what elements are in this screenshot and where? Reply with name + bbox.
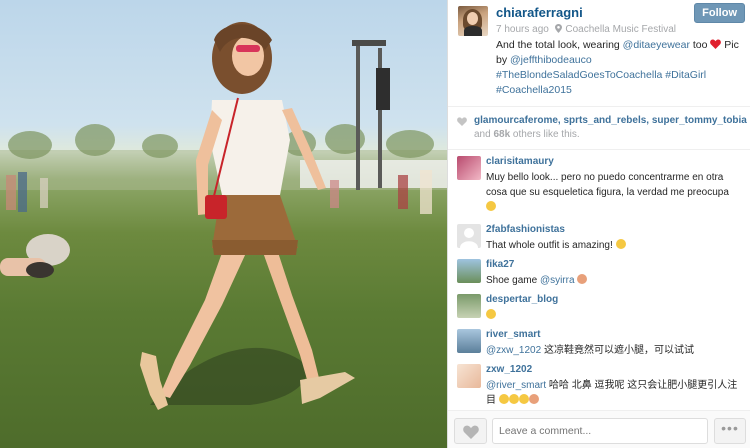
sad-face-emoji-icon: [486, 201, 496, 211]
comment-text: [486, 308, 744, 323]
comment-body: Muy bello look... pero no puedo concentr…: [486, 172, 729, 198]
laughing-emoji-icon: [498, 394, 509, 404]
comment-username[interactable]: river_smart: [486, 329, 540, 340]
comment-body: That whole outfit is amazing!: [486, 240, 613, 251]
laughing-emoji-icon: [508, 394, 519, 404]
comment-body: 这凉鞋竟然可以遮小腿，可以试试: [541, 345, 694, 356]
comment-username[interactable]: fika27: [486, 259, 514, 270]
comment-input[interactable]: [492, 418, 708, 444]
red-heart-emoji-icon: [710, 39, 722, 49]
default-avatar-icon: [460, 228, 478, 248]
commenter-avatar[interactable]: [457, 224, 481, 248]
girl-emoji-icon: [577, 274, 588, 284]
likers-list[interactable]: glamourcaferome, sprts_and_rebels, super…: [474, 115, 747, 126]
commenter-avatar[interactable]: [457, 294, 481, 318]
likes-section: glamourcaferome, sprts_and_rebels, super…: [448, 106, 750, 150]
girl-emoji-icon: [528, 394, 539, 404]
mention-link[interactable]: @syirra: [540, 275, 575, 286]
post-time: 7 hours ago: [496, 24, 549, 35]
comment-text: Muy bello look... pero no puedo concentr…: [486, 170, 744, 215]
photo-illustration: [0, 22, 447, 410]
comment-text: That whole outfit is amazing!: [486, 238, 744, 253]
post-header: chiaraferragni Follow 7 hours ago Coache…: [448, 0, 750, 106]
commenter-avatar[interactable]: [457, 156, 481, 180]
mention-link[interactable]: @jeffthibodeauco: [510, 54, 592, 66]
caption-text: And the total look, wearing: [496, 39, 623, 51]
commenter-avatar[interactable]: [457, 364, 481, 388]
mention-link[interactable]: @zxw_1202: [486, 345, 541, 356]
likes-heart-icon: [457, 117, 467, 126]
caption-text: too: [689, 39, 711, 51]
post-location[interactable]: Coachella Music Festival: [565, 24, 676, 35]
comment-username[interactable]: zxw_1202: [486, 364, 532, 375]
post-photo[interactable]: [0, 0, 447, 448]
commenter-avatar[interactable]: [457, 329, 481, 353]
comment-text: @zxw_1202 这凉鞋竟然可以遮小腿，可以试试: [486, 343, 744, 358]
location-pin-icon: [554, 24, 562, 33]
comment-username[interactable]: 2fabfashionistas: [486, 224, 565, 235]
ellipsis-icon: •••: [721, 420, 739, 436]
post-meta: 7 hours ago Coachella Music Festival: [496, 24, 676, 35]
likes-prefix: and: [474, 129, 494, 140]
comments-list: clarisitamaury Muy bello look... pero no…: [448, 152, 750, 408]
likes-count-value: 68k: [493, 129, 511, 140]
heart-icon: [463, 425, 479, 439]
smile-emoji-icon: [486, 309, 496, 319]
comment-username[interactable]: despertar_blog: [486, 294, 558, 305]
likes-suffix: others like this.: [510, 129, 580, 140]
commenter-avatar[interactable]: [457, 259, 481, 283]
likes-count: and 68k others like this.: [474, 129, 580, 140]
comment-username[interactable]: clarisitamaury: [486, 156, 554, 167]
hashtags-link[interactable]: #TheBlondeSaladGoesToCoachella #DitaGirl…: [496, 69, 706, 96]
user-avatar[interactable]: [458, 6, 488, 36]
smile-emoji-icon: [615, 239, 626, 249]
comment-footer: •••: [448, 410, 750, 448]
follow-button[interactable]: Follow: [694, 3, 745, 23]
mention-link[interactable]: @ditaeyewear: [623, 39, 690, 51]
like-button[interactable]: [454, 418, 487, 444]
post-caption: And the total look, wearing @ditaeyewear…: [496, 38, 744, 98]
comment-body: Shoe game: [486, 275, 540, 286]
mention-link[interactable]: @river_smart: [486, 380, 546, 391]
comment-text: Shoe game @syirra: [486, 273, 744, 288]
comment-text: @river_smart 哈哈 北鼻 逗我呢 这只会让肥小腿更引人注目: [486, 378, 744, 408]
post-username[interactable]: chiaraferragni: [496, 5, 583, 20]
post-sidebar: chiaraferragni Follow 7 hours ago Coache…: [447, 0, 750, 448]
more-options-button[interactable]: •••: [714, 418, 746, 444]
laughing-emoji-icon: [518, 394, 529, 404]
